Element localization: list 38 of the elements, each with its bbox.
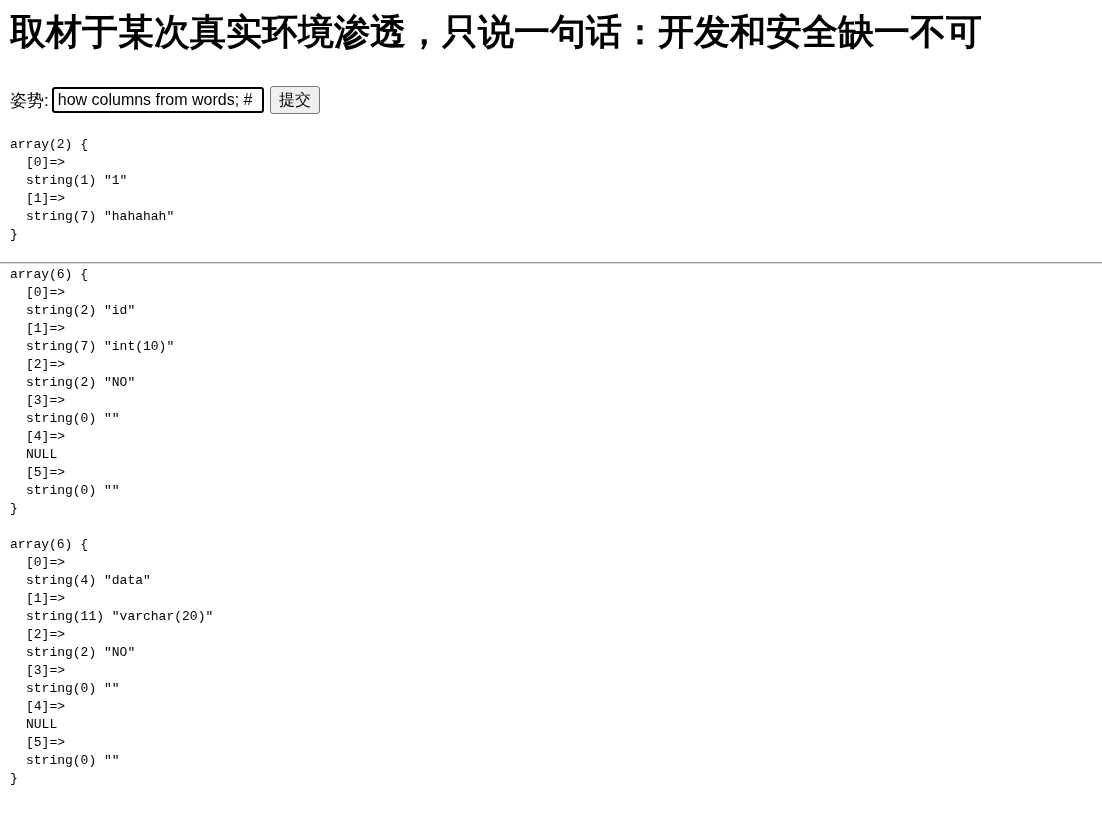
dump-line: [1]=> [25,190,66,208]
dump-line: [4]=> [25,698,66,716]
dump-line: array(6) { [10,536,89,554]
dump-line: string(11) "varchar(20)" [25,608,215,626]
dump-line: } [10,770,19,788]
dump-line: [5]=> [25,464,66,482]
dump-line: string(7) "hahahah" [25,208,176,226]
dump-line: [0]=> [25,154,66,172]
dump-line: [3]=> [25,662,66,680]
dump-line: string(2) "NO" [25,644,137,662]
input-field[interactable]: how columns from words; # [51,87,264,113]
dump-line: } [10,500,19,518]
dump-line: string(0) "" [25,410,121,428]
dump-line: string(0) "" [25,680,121,698]
dump-line: [5]=> [25,734,66,752]
submit-button[interactable]: 提交 [269,86,320,114]
dump-line: array(6) { [10,266,89,284]
dump-line: string(4) "data" [25,572,152,590]
dump-line: string(1) "1" [25,172,129,190]
dump-line: [3]=> [25,392,66,410]
dump-line: string(0) "" [25,752,121,770]
dump-line: [0]=> [25,284,66,302]
dump-line: [0]=> [25,554,66,572]
dump-line: array(2) { [10,136,89,154]
dump-line: } [10,226,19,244]
dump-line: [2]=> [25,356,66,374]
dump-line: string(2) "NO" [25,374,137,392]
dump-line: string(0) "" [25,482,121,500]
dump-line: [2]=> [25,626,66,644]
dump-line: [1]=> [25,320,66,338]
dump-line: string(2) "id" [25,302,137,320]
dump-line: [4]=> [25,428,66,446]
page-heading: 取材于某次真实环境渗透，只说一句话：开发和安全缺一不可 [10,10,983,54]
dump-line: [1]=> [25,590,66,608]
dump-line: NULL [25,716,59,734]
dump-line: string(7) "int(10)" [25,338,176,356]
dump-line: NULL [25,446,59,464]
field-label: 姿势: [10,89,49,112]
